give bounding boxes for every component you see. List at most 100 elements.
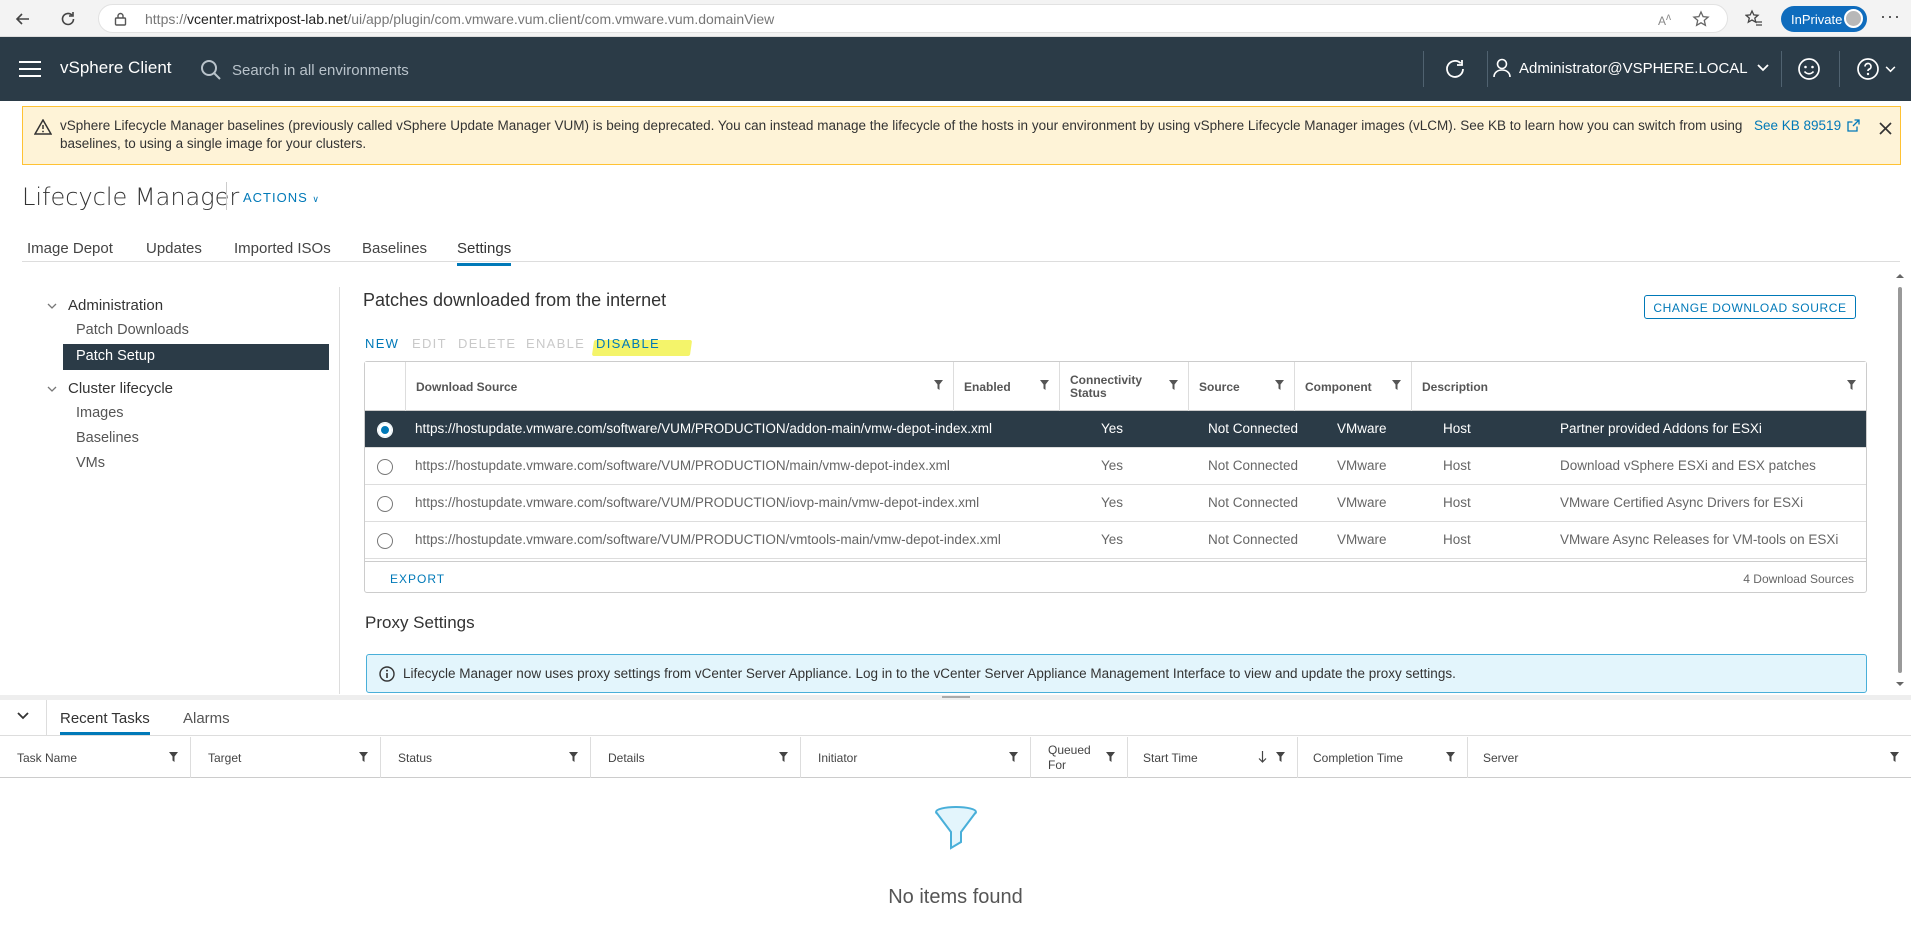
cell-component: Host xyxy=(1443,458,1471,473)
tab-alarms[interactable]: Alarms xyxy=(183,710,230,727)
tab-imported-isos[interactable]: Imported ISOs xyxy=(234,240,331,263)
column-header-completion-time[interactable]: Completion Time xyxy=(1297,737,1467,778)
cell-description: Partner provided Addons for ESXi xyxy=(1560,421,1762,436)
sidebar-item-baselines[interactable]: Baselines xyxy=(76,430,139,446)
refresh-icon[interactable] xyxy=(54,5,82,33)
filter-icon[interactable] xyxy=(1847,380,1856,390)
column-header-source[interactable]: Source xyxy=(1188,362,1294,411)
column-header-status[interactable]: Status xyxy=(380,737,590,778)
filter-icon[interactable] xyxy=(779,752,788,762)
table-row[interactable]: https://hostupdate.vmware.com/software/V… xyxy=(365,411,1866,448)
cell-download-source: https://hostupdate.vmware.com/software/V… xyxy=(415,532,1001,547)
column-header-initiator[interactable]: Initiator xyxy=(800,737,1030,778)
column-header-download-source[interactable]: Download Source xyxy=(405,362,953,411)
tab-image-depot[interactable]: Image Depot xyxy=(27,240,113,263)
cell-download-source: https://hostupdate.vmware.com/software/V… xyxy=(415,458,950,473)
table-row[interactable]: https://hostupdate.vmware.com/software/V… xyxy=(365,485,1866,522)
cell-connectivity-status: Not Connected xyxy=(1208,421,1299,436)
cell-download-source: https://hostupdate.vmware.com/software/V… xyxy=(415,495,980,510)
sidebar-group-cluster-lifecycle[interactable]: Cluster lifecycle xyxy=(47,380,173,397)
read-aloud-icon[interactable]: Aʌ xyxy=(1658,12,1671,28)
collapse-panel-icon[interactable] xyxy=(17,712,29,720)
disable-button[interactable]: DISABLE xyxy=(596,336,660,351)
enable-button[interactable]: ENABLE xyxy=(526,336,585,351)
favorites-icon[interactable] xyxy=(1745,9,1763,27)
tab-settings[interactable]: Settings xyxy=(457,240,512,266)
sort-descending-icon[interactable] xyxy=(1258,751,1267,763)
column-header-queued-for[interactable]: Queued For xyxy=(1030,737,1127,778)
close-icon[interactable] xyxy=(1879,122,1892,135)
column-header-details[interactable]: Details xyxy=(590,737,800,778)
filter-icon[interactable] xyxy=(169,752,178,762)
column-header-task-name[interactable]: Task Name xyxy=(0,737,190,778)
feedback-smiley-icon[interactable] xyxy=(1797,57,1821,81)
cell-download-source: https://hostupdate.vmware.com/software/V… xyxy=(415,421,992,436)
sidebar-item-patch-setup[interactable]: Patch Setup xyxy=(63,344,329,370)
filter-icon[interactable] xyxy=(934,380,943,390)
lock-icon xyxy=(114,12,127,26)
sidebar-item-images[interactable]: Images xyxy=(76,405,124,421)
settings-sidebar: Administration Patch Downloads Patch Set… xyxy=(0,287,340,694)
proxy-info-text: Lifecycle Manager now uses proxy setting… xyxy=(403,666,1456,681)
back-icon[interactable] xyxy=(9,5,37,33)
row-select-radio[interactable] xyxy=(377,422,393,438)
column-header-description[interactable]: Description xyxy=(1411,362,1866,411)
sidebar-item-vms[interactable]: VMs xyxy=(76,455,105,471)
tab-recent-tasks[interactable]: Recent Tasks xyxy=(60,710,150,735)
see-kb-link[interactable]: See KB 89519 xyxy=(1754,118,1860,133)
filter-icon[interactable] xyxy=(359,752,368,762)
edit-button[interactable]: EDIT xyxy=(412,336,447,351)
cell-source: VMware xyxy=(1337,458,1387,473)
actions-dropdown[interactable]: ACTIONS ∨ xyxy=(243,190,320,205)
hamburger-menu-icon[interactable] xyxy=(19,61,41,77)
filter-icon[interactable] xyxy=(1040,380,1049,390)
export-button[interactable]: EXPORT xyxy=(390,572,445,586)
filter-icon[interactable] xyxy=(1106,752,1115,762)
column-header-target[interactable]: Target xyxy=(190,737,380,778)
global-search[interactable]: Search in all environments xyxy=(200,55,500,85)
column-header-connectivity-status[interactable]: Connectivity Status xyxy=(1059,362,1188,411)
cell-enabled: Yes xyxy=(1101,495,1124,510)
favorite-star-icon[interactable] xyxy=(1692,10,1710,28)
filter-icon[interactable] xyxy=(1009,752,1018,762)
global-refresh-icon[interactable] xyxy=(1443,57,1467,81)
inprivate-badge[interactable]: InPrivate xyxy=(1781,6,1867,32)
delete-button[interactable]: DELETE xyxy=(458,336,516,351)
row-select-radio[interactable] xyxy=(377,533,393,549)
address-bar[interactable]: https://vcenter.matrixpost-lab.net/ui/ap… xyxy=(98,4,1728,33)
row-select-radio[interactable] xyxy=(377,459,393,475)
search-placeholder: Search in all environments xyxy=(232,61,409,79)
help-icon[interactable] xyxy=(1856,57,1896,81)
cell-component: Host xyxy=(1443,532,1471,547)
profile-avatar xyxy=(1844,9,1863,28)
table-row[interactable]: https://hostupdate.vmware.com/software/V… xyxy=(365,522,1866,559)
column-header-start-time[interactable]: Start Time xyxy=(1127,737,1297,778)
app-title[interactable]: vSphere Client xyxy=(60,58,172,78)
filter-icon[interactable] xyxy=(1446,752,1455,762)
user-icon xyxy=(1493,58,1511,78)
tab-updates[interactable]: Updates xyxy=(146,240,202,263)
cell-enabled: Yes xyxy=(1101,458,1124,473)
column-header-enabled[interactable]: Enabled xyxy=(953,362,1059,411)
content-scrollbar[interactable] xyxy=(1895,270,1905,690)
column-header-component[interactable]: Component xyxy=(1294,362,1411,411)
change-download-source-button[interactable]: CHANGE DOWNLOAD SOURCE xyxy=(1644,295,1856,319)
table-row[interactable]: https://hostupdate.vmware.com/software/V… xyxy=(365,448,1866,485)
row-select-radio[interactable] xyxy=(377,496,393,512)
filter-icon[interactable] xyxy=(1275,380,1284,390)
cell-enabled: Yes xyxy=(1101,421,1124,436)
filter-icon[interactable] xyxy=(1169,380,1178,390)
filter-icon[interactable] xyxy=(1890,752,1899,762)
filter-icon[interactable] xyxy=(1276,752,1285,762)
tasks-table-header: Task Name Target Status Details Initiato… xyxy=(0,737,1911,778)
sidebar-group-administration[interactable]: Administration xyxy=(47,297,163,314)
cell-description: VMware Async Releases for VM-tools on ES… xyxy=(1560,532,1839,547)
filter-icon[interactable] xyxy=(569,752,578,762)
filter-icon[interactable] xyxy=(1392,380,1401,390)
sidebar-item-patch-downloads[interactable]: Patch Downloads xyxy=(76,322,189,338)
new-button[interactable]: NEW xyxy=(365,336,399,351)
more-menu-icon[interactable]: ··· xyxy=(1880,6,1901,27)
column-header-server[interactable]: Server xyxy=(1467,737,1911,778)
tab-baselines[interactable]: Baselines xyxy=(362,240,427,263)
user-menu[interactable]: Administrator@VSPHERE.LOCAL xyxy=(1493,58,1769,78)
